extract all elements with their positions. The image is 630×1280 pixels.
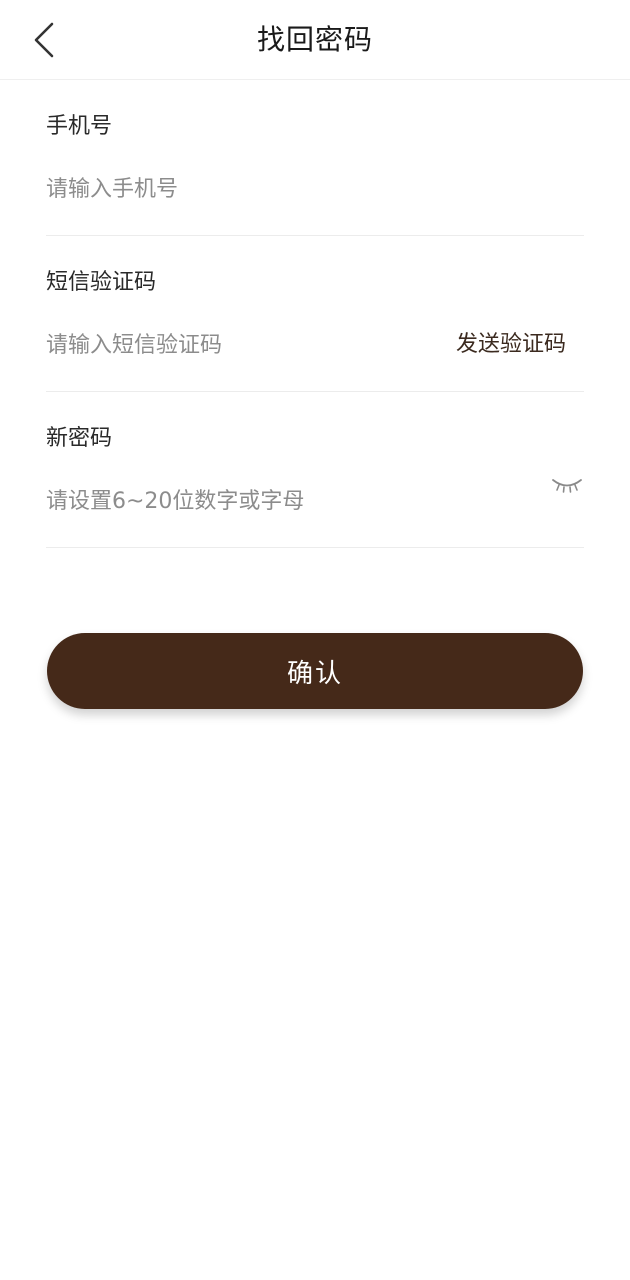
phone-field: 手机号 (46, 80, 584, 236)
new-password-field: 新密码 (46, 392, 584, 548)
send-code-button[interactable]: 发送验证码 (456, 328, 566, 362)
new-password-label: 新密码 (46, 426, 113, 451)
eye-closed-icon (552, 479, 582, 493)
page-title: 找回密码 (256, 23, 373, 56)
sms-code-input[interactable] (46, 328, 426, 362)
sms-code-field: 短信验证码 发送验证码 (46, 236, 584, 392)
reset-password-form: 手机号 短信验证码 发送验证码 新密码 (46, 80, 584, 548)
find-password-page: 找回密码 手机号 短信验证码 发送验证码 新密码 (0, 0, 630, 1280)
new-password-input[interactable] (46, 484, 426, 518)
password-visibility-toggle[interactable] (550, 472, 584, 500)
phone-input[interactable] (46, 172, 426, 206)
phone-label: 手机号 (46, 114, 113, 139)
nav-bar: 找回密码 (0, 0, 630, 80)
sms-code-label: 短信验证码 (46, 270, 157, 295)
confirm-button[interactable]: 确认 (47, 633, 583, 709)
